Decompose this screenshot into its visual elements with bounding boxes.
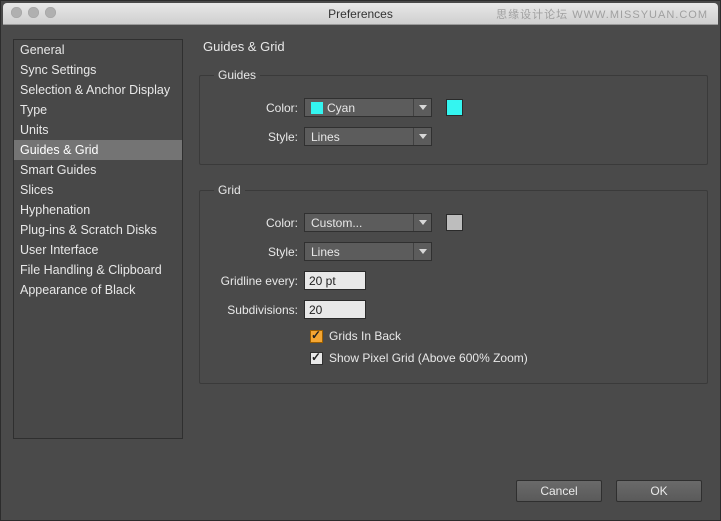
guides-color-swatch[interactable] bbox=[446, 99, 463, 116]
grids-in-back-label: Grids In Back bbox=[329, 329, 401, 343]
preferences-window: Preferences 思缘设计论坛 WWW.MISSYUAN.COM Gene… bbox=[0, 0, 721, 521]
sidebar-item-plugins-scratch[interactable]: Plug-ins & Scratch Disks bbox=[14, 220, 182, 240]
show-pixel-grid-label: Show Pixel Grid (Above 600% Zoom) bbox=[329, 351, 528, 365]
chevron-down-icon bbox=[413, 243, 431, 260]
sidebar-item-slices[interactable]: Slices bbox=[14, 180, 182, 200]
window-controls bbox=[11, 7, 56, 18]
chevron-down-icon bbox=[413, 128, 431, 145]
main-panel: Guides & Grid Guides Color: Cyan Style: … bbox=[199, 39, 708, 512]
show-pixel-grid-checkbox[interactable] bbox=[310, 352, 323, 365]
grid-style-value: Lines bbox=[311, 245, 340, 259]
guides-style-value: Lines bbox=[311, 130, 340, 144]
grid-color-dropdown[interactable]: Custom... bbox=[304, 213, 432, 232]
ok-button[interactable]: OK bbox=[616, 480, 702, 502]
grid-group: Grid Color: Custom... Style: Lines bbox=[199, 183, 708, 384]
sidebar-item-appearance-black[interactable]: Appearance of Black bbox=[14, 280, 182, 300]
dialog-body: General Sync Settings Selection & Anchor… bbox=[1, 25, 720, 520]
grid-color-label: Color: bbox=[214, 216, 304, 230]
guides-color-dropdown[interactable]: Cyan bbox=[304, 98, 432, 117]
dialog-footer: Cancel OK bbox=[516, 480, 702, 502]
sidebar-item-guides-grid[interactable]: Guides & Grid bbox=[14, 140, 182, 160]
guides-color-chip-icon bbox=[311, 102, 323, 114]
sidebar-item-selection-anchor[interactable]: Selection & Anchor Display bbox=[14, 80, 182, 100]
window-title: Preferences bbox=[328, 7, 393, 21]
titlebar: Preferences 思缘设计论坛 WWW.MISSYUAN.COM bbox=[3, 3, 718, 25]
sidebar-item-hyphenation[interactable]: Hyphenation bbox=[14, 200, 182, 220]
chevron-down-icon bbox=[413, 214, 431, 231]
guides-style-dropdown[interactable]: Lines bbox=[304, 127, 432, 146]
sidebar-item-smart-guides[interactable]: Smart Guides bbox=[14, 160, 182, 180]
subdivisions-label: Subdivisions: bbox=[214, 303, 304, 317]
subdivisions-input[interactable] bbox=[304, 300, 366, 319]
sidebar-item-sync-settings[interactable]: Sync Settings bbox=[14, 60, 182, 80]
grid-style-dropdown[interactable]: Lines bbox=[304, 242, 432, 261]
sidebar-item-general[interactable]: General bbox=[14, 40, 182, 60]
grid-legend: Grid bbox=[214, 183, 245, 197]
watermark: 思缘设计论坛 WWW.MISSYUAN.COM bbox=[496, 6, 708, 22]
guides-style-label: Style: bbox=[214, 130, 304, 144]
grids-in-back-checkbox[interactable] bbox=[310, 330, 323, 343]
grid-style-label: Style: bbox=[214, 245, 304, 259]
sidebar-item-file-handling[interactable]: File Handling & Clipboard bbox=[14, 260, 182, 280]
grid-color-value: Custom... bbox=[311, 216, 362, 230]
guides-color-value: Cyan bbox=[327, 101, 355, 115]
page-title: Guides & Grid bbox=[203, 39, 708, 54]
cancel-button[interactable]: Cancel bbox=[516, 480, 602, 502]
sidebar: General Sync Settings Selection & Anchor… bbox=[13, 39, 183, 439]
sidebar-item-units[interactable]: Units bbox=[14, 120, 182, 140]
traffic-close[interactable] bbox=[11, 7, 22, 18]
sidebar-item-type[interactable]: Type bbox=[14, 100, 182, 120]
grid-color-swatch[interactable] bbox=[446, 214, 463, 231]
traffic-minimize[interactable] bbox=[28, 7, 39, 18]
chevron-down-icon bbox=[413, 99, 431, 116]
guides-color-label: Color: bbox=[214, 101, 304, 115]
sidebar-item-user-interface[interactable]: User Interface bbox=[14, 240, 182, 260]
gridline-every-input[interactable] bbox=[304, 271, 366, 290]
traffic-zoom[interactable] bbox=[45, 7, 56, 18]
guides-group: Guides Color: Cyan Style: Lines bbox=[199, 68, 708, 165]
gridline-every-label: Gridline every: bbox=[214, 274, 304, 288]
guides-legend: Guides bbox=[214, 68, 260, 82]
